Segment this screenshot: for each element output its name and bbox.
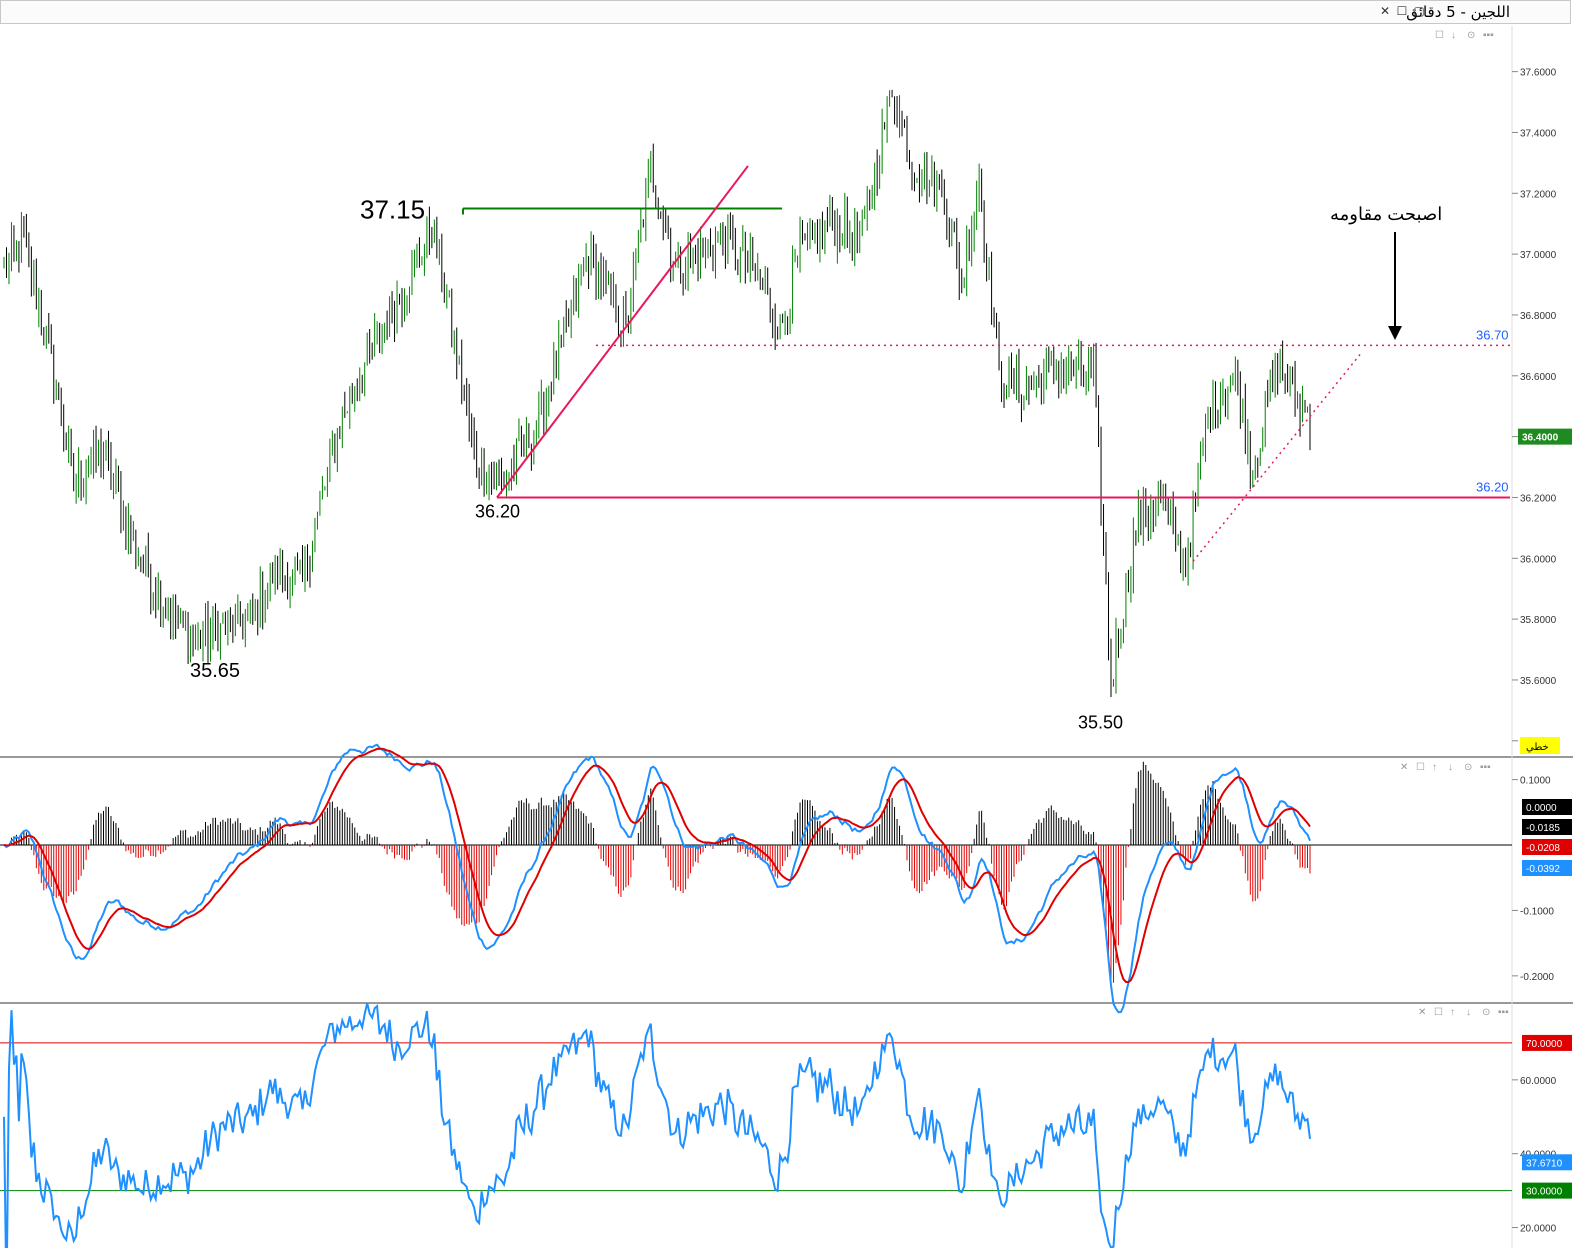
rsi-value-label: 70.0000 xyxy=(1526,1039,1563,1050)
macd-histogram xyxy=(5,761,1311,983)
price-annotation: 35.65 xyxy=(190,660,240,682)
panel-control-icon[interactable]: ▪▪▪ xyxy=(1480,762,1491,773)
price-tick-label: 35.8000 xyxy=(1520,615,1557,626)
trend-line xyxy=(1192,354,1361,562)
rsi-line xyxy=(3,1002,1311,1248)
price-annotation: اصبحت مقاومه xyxy=(1330,204,1442,225)
macd-tick-label: -0.1000 xyxy=(1520,906,1554,917)
macd-value-label: -0.0208 xyxy=(1526,843,1560,854)
chart-canvas[interactable]: ☐ ↓ ⊙ ▪▪▪ ✕ ☐ ↑ ↓ ⊙ ▪▪▪ ✕ ☐ ↑ ↓ ⊙ ▪▪▪ 37.6000 37.4000 37.2… xyxy=(0,0,1573,1248)
price-annotation: 35.50 xyxy=(1078,712,1123,732)
panel-control-icon[interactable]: ✕ xyxy=(1418,1007,1426,1018)
price-tick-label: 36.6000 xyxy=(1520,372,1557,383)
macd-value-label: 0.0000 xyxy=(1526,803,1557,814)
macd-value-label: -0.0185 xyxy=(1526,823,1560,834)
panel-control-icon[interactable]: ↓ xyxy=(1466,1007,1471,1018)
rsi-tick-label: 60.0000 xyxy=(1520,1076,1557,1087)
panel-control-icon[interactable]: ✕ xyxy=(1400,762,1408,773)
rsi-value-label: 30.0000 xyxy=(1526,1187,1563,1198)
price-tick-label: 36.2000 xyxy=(1520,493,1557,504)
price-tick-label: 37.0000 xyxy=(1520,250,1557,261)
price-annotation: 37.15 xyxy=(360,195,425,225)
trend-line xyxy=(496,165,749,499)
price-bars xyxy=(3,89,1311,698)
price-tick-label: 37.6000 xyxy=(1520,68,1557,79)
rsi-value-label: 37.6710 xyxy=(1526,1158,1563,1169)
current-price-label: 36.4000 xyxy=(1522,433,1559,444)
panel-control-icon[interactable]: ▪▪▪ xyxy=(1483,30,1494,41)
rsi-tick-label: 20.0000 xyxy=(1520,1224,1557,1235)
panel-control-icon[interactable]: ↓ xyxy=(1451,30,1456,41)
price-tick-label: 36.8000 xyxy=(1520,311,1557,322)
panel-control-icon[interactable]: ↓ xyxy=(1448,762,1453,773)
panel-control-icon[interactable]: ☐ xyxy=(1435,30,1444,41)
price-annotation: 36.20 xyxy=(475,501,520,521)
macd-value-label: -0.0392 xyxy=(1526,864,1560,875)
macd-tick-label: 0.1000 xyxy=(1520,776,1551,787)
macd-tick-label: -0.2000 xyxy=(1520,972,1554,983)
panel-control-icon[interactable]: ⊙ xyxy=(1467,30,1475,41)
panel-control-icon[interactable]: ↑ xyxy=(1450,1007,1455,1018)
panel-control-icon[interactable]: ↑ xyxy=(1432,762,1437,773)
panel-control-icon[interactable]: ☐ xyxy=(1416,762,1425,773)
price-tick-label: 35.6000 xyxy=(1520,676,1557,687)
panel-control-icon[interactable]: ⊙ xyxy=(1482,1007,1490,1018)
panel-control-icon[interactable]: ⊙ xyxy=(1464,762,1472,773)
scale-mode-label: خطي xyxy=(1526,742,1549,753)
level-label: 36.20 xyxy=(1476,479,1509,494)
price-tick-label: 37.2000 xyxy=(1520,189,1557,200)
level-label: 36.70 xyxy=(1476,327,1509,342)
macd-signal-line xyxy=(3,747,1311,984)
price-tick-label: 37.4000 xyxy=(1520,128,1557,139)
panel-control-icon[interactable]: ☐ xyxy=(1434,1007,1443,1018)
price-tick-label: 36.0000 xyxy=(1520,554,1557,565)
arrow-head-icon xyxy=(1388,326,1402,340)
panel-control-icon[interactable]: ▪▪▪ xyxy=(1498,1007,1509,1018)
